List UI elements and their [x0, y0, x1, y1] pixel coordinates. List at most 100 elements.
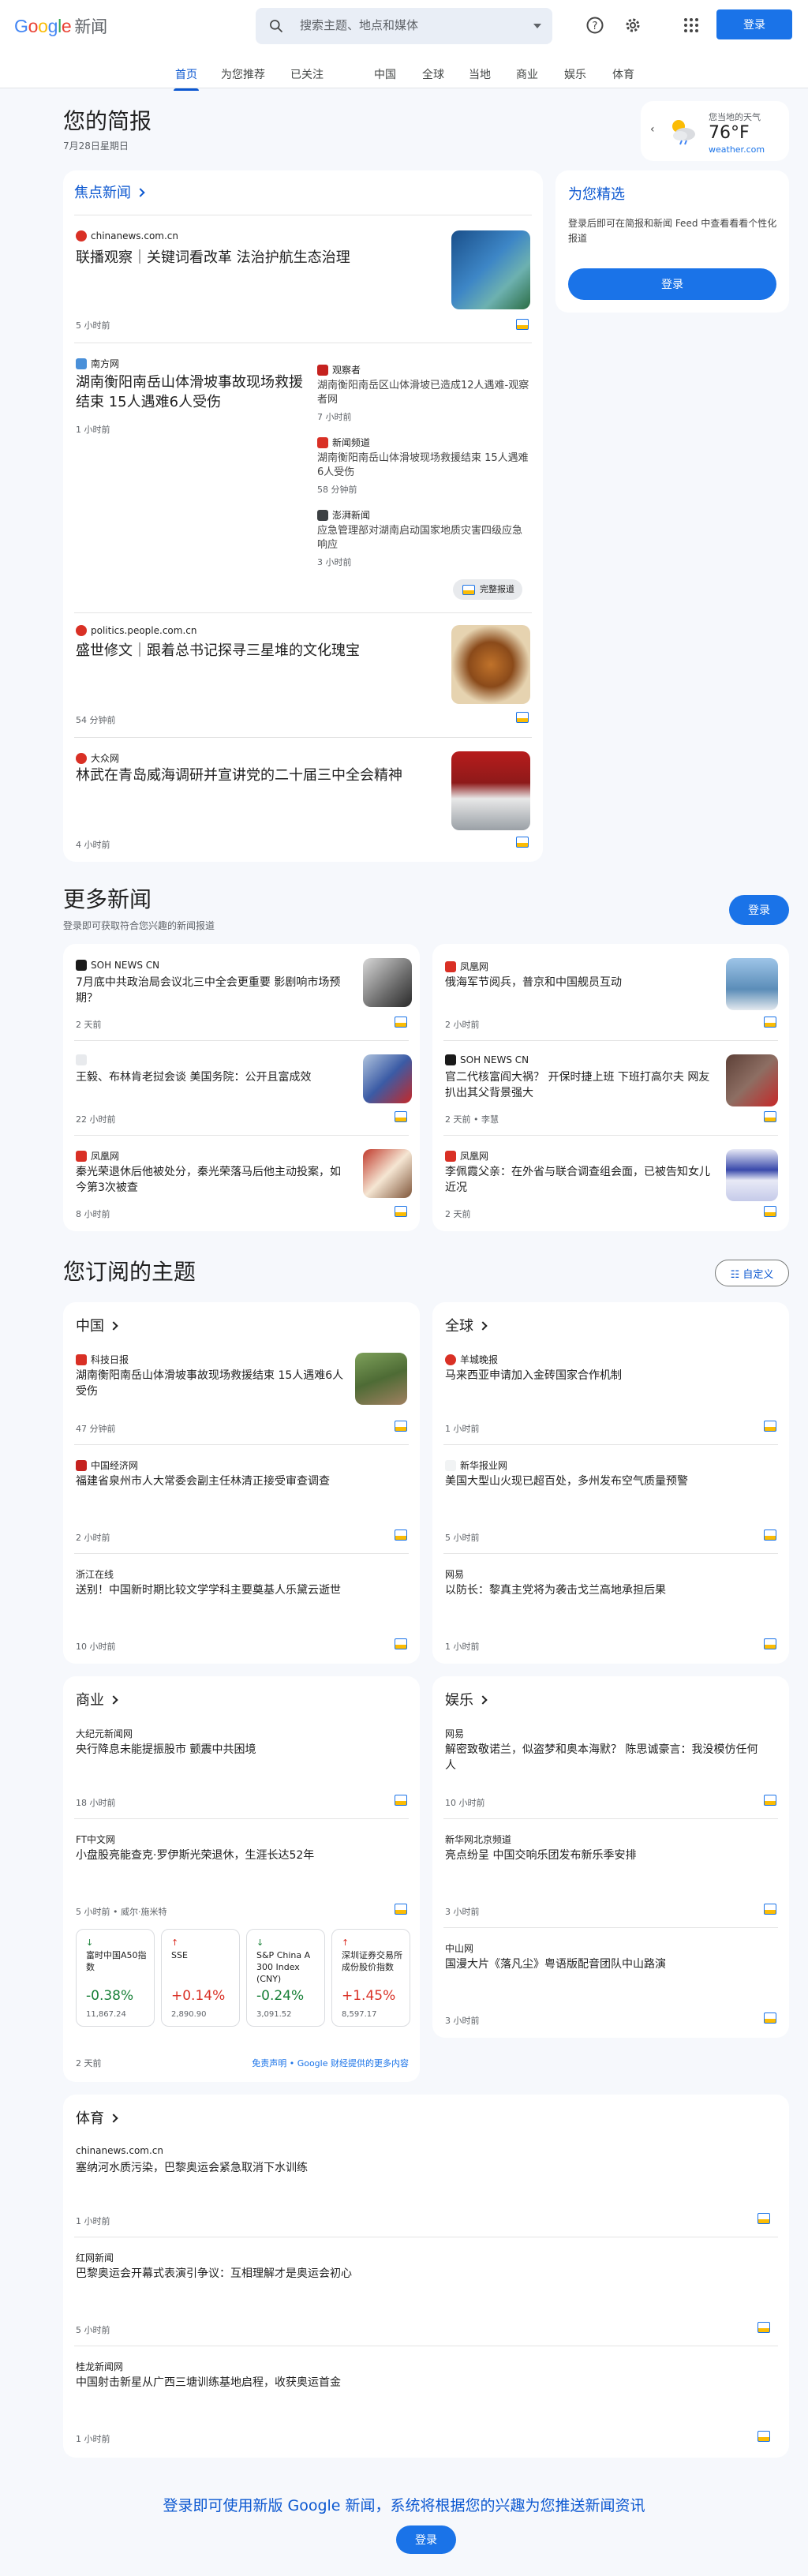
story-title[interactable]: 王毅、布林肯老挝会谈 美国务院：公开且富成效 — [76, 1070, 344, 1086]
full-coverage-icon[interactable] — [764, 2012, 776, 2024]
full-coverage-icon[interactable] — [395, 1206, 407, 1217]
weather-card[interactable]: ‹ 您当地的天气 76°F weather.com — [641, 101, 789, 161]
stock-tile[interactable]: ↓ 富时中国A50指数 -0.38% 11,867.24 — [76, 1929, 155, 2027]
full-coverage-icon[interactable] — [395, 1795, 407, 1806]
story-title[interactable]: 福建省泉州市人大常委会副主任林清正接受审查调查 — [76, 1474, 391, 1490]
story-title[interactable]: 中国射击新星从广西三塘训练基地启程，收获奥运首金 — [76, 2376, 707, 2391]
story-title[interactable]: 巴黎奥运会开幕式表演引争议：互相理解才是奥运会初心 — [76, 2267, 707, 2282]
story-title[interactable]: 联播观察｜关键词看改革 法治护航生态治理 — [76, 248, 423, 268]
full-coverage-icon[interactable] — [764, 1795, 776, 1806]
top-news-heading[interactable]: 焦点新闻 — [74, 182, 145, 202]
full-coverage-icon[interactable] — [516, 319, 529, 330]
full-coverage-icon[interactable] — [764, 1111, 776, 1122]
header-signin-button[interactable]: 登录 — [716, 9, 792, 39]
story-title[interactable]: 林武在青岛威海调研并宣讲党的二十届三中全会精神 — [76, 766, 439, 785]
full-coverage-icon[interactable] — [764, 1638, 776, 1649]
full-coverage-icon[interactable] — [516, 712, 529, 723]
full-coverage-icon[interactable] — [395, 1017, 407, 1028]
settings-gear-icon[interactable] — [623, 16, 642, 35]
full-coverage-icon[interactable] — [395, 1421, 407, 1432]
tab-business[interactable]: 商业 — [516, 66, 538, 82]
tab-local[interactable]: 当地 — [469, 66, 491, 82]
story-source: 新华网北京频道 — [445, 1834, 512, 1845]
story-title[interactable]: 亮点纷呈 中国交响乐团发布新乐季安排 — [445, 1848, 761, 1864]
topic-heading[interactable]: 体育 — [76, 2107, 118, 2128]
story-thumbnail[interactable] — [355, 1353, 407, 1405]
related-title[interactable]: 应急管理部对湖南启动国家地质灾害四级应急响应 — [317, 524, 530, 552]
full-coverage-icon[interactable] — [395, 1904, 407, 1915]
story-title[interactable]: 马来西亚申请加入金砖国家合作机制 — [445, 1368, 761, 1384]
story-title[interactable]: 小盘股亮能查克·罗伊斯光荣退休，生涯长达52年 — [76, 1848, 391, 1864]
search-input[interactable] — [300, 18, 513, 32]
tab-home[interactable]: 首页 — [174, 66, 199, 91]
story-title[interactable]: 秦光荣退休后他被处分，秦光荣落马后他主动投案，如今第3次被查 — [76, 1165, 344, 1196]
weather-prev-icon[interactable]: ‹ — [650, 123, 655, 136]
tab-following[interactable]: 已关注 — [290, 66, 324, 82]
story-title[interactable]: 以防长：黎真主党将为袭击戈兰高地承担后果 — [445, 1583, 761, 1599]
story-thumbnail[interactable] — [451, 625, 530, 704]
apps-grid-icon[interactable] — [682, 16, 701, 35]
search-box[interactable] — [256, 8, 552, 44]
story-title[interactable]: 国漫大片《落凡尘》粤语版配音团队中山路演 — [445, 1957, 761, 1973]
tab-for-you[interactable]: 为您推荐 — [221, 66, 265, 82]
full-coverage-icon[interactable] — [395, 1530, 407, 1541]
full-coverage-icon[interactable] — [758, 2322, 770, 2333]
full-coverage-icon[interactable] — [516, 837, 529, 848]
story-thumbnail[interactable] — [363, 1054, 412, 1103]
full-coverage-icon[interactable] — [758, 2213, 770, 2224]
full-coverage-icon[interactable] — [764, 1421, 776, 1432]
stock-tile[interactable]: ↑ 深圳证券交易所成份股价指数 +1.45% 8,597.17 — [331, 1929, 410, 2027]
story-thumbnail[interactable] — [451, 751, 530, 830]
story-title[interactable]: 湖南衡阳南岳山体滑坡事故现场救援结束 15人遇难6人受伤 — [76, 1368, 344, 1399]
full-coverage-button[interactable]: 完整报道 — [453, 579, 522, 600]
story-title[interactable]: 盛世修文｜跟着总书记探寻三星堆的文化瑰宝 — [76, 641, 423, 661]
story-title[interactable]: 湖南衡阳南岳山体滑坡事故现场救援结束 15人遇难6人受伤 — [76, 373, 309, 412]
stock-tile[interactable]: ↓ S&P China A 300 Index (CNY) -0.24% 3,0… — [246, 1929, 325, 2027]
help-icon[interactable]: ? — [585, 16, 604, 35]
full-coverage-icon[interactable] — [764, 1530, 776, 1541]
customize-button[interactable]: ☷ 自定义 — [715, 1260, 789, 1286]
full-coverage-icon[interactable] — [764, 1206, 776, 1217]
full-coverage-icon[interactable] — [395, 1638, 407, 1649]
story-thumbnail[interactable] — [451, 230, 530, 309]
finance-disclaimer-link[interactable]: 免责声明 • Google 财经提供的更多内容 — [252, 2057, 409, 2069]
topic-heading[interactable]: 商业 — [76, 1689, 118, 1709]
topic-heading[interactable]: 全球 — [445, 1315, 488, 1335]
story-thumbnail[interactable] — [726, 1149, 778, 1201]
story-title[interactable]: 送别！中国新时期比较文学学科主要奠基人乐黛云逝世 — [76, 1583, 344, 1599]
full-coverage-icon[interactable] — [764, 1904, 776, 1915]
weather-source-link[interactable]: weather.com — [709, 144, 765, 155]
story-thumbnail[interactable] — [726, 958, 778, 1010]
story-title[interactable]: 俄海军节阅兵，普京和中国舰员互动 — [445, 975, 713, 991]
more-news-signin-button[interactable]: 登录 — [729, 895, 789, 925]
story-title[interactable]: 央行降息未能提振股市 颤震中共困境 — [76, 1743, 391, 1758]
story-title[interactable]: 美国大型山火现已超百处，多州发布空气质量预警 — [445, 1474, 761, 1490]
story-thumbnail[interactable] — [726, 1054, 778, 1106]
story-thumbnail[interactable] — [363, 1149, 412, 1198]
story-title[interactable]: 李佩霞父亲：在外省与联合调查组会面，已被告知女儿近况 — [445, 1165, 713, 1196]
story-title[interactable]: 官二代核富阎大祸？ 开保时捷上班 下班打高尔夫 网友扒出其父背景强大 — [445, 1070, 713, 1101]
picks-signin-button[interactable]: 登录 — [568, 268, 776, 300]
full-coverage-icon[interactable] — [395, 1111, 407, 1122]
story-title[interactable]: 解密致敬诺兰，似盗梦和奥本海默？ 陈思诚豪言：我没模仿任何人 — [445, 1743, 761, 1773]
weather-temperature: 76°F — [709, 123, 750, 143]
tab-sports[interactable]: 体育 — [612, 66, 634, 82]
full-coverage-icon[interactable] — [758, 2431, 770, 2442]
tab-world[interactable]: 全球 — [422, 66, 444, 82]
tab-entertainment[interactable]: 娱乐 — [564, 66, 586, 82]
arrow-down-icon: ↓ — [256, 1938, 264, 1948]
story-title[interactable]: 7月底中共政治局会议北三中全会更重要 影剧响市场预期？ — [76, 975, 344, 1006]
story-thumbnail[interactable] — [363, 958, 412, 1007]
google-news-logo[interactable]: Google 新闻 — [14, 14, 107, 38]
stock-tile[interactable]: ↑ SSE +0.14% 2,890.90 — [161, 1929, 240, 2027]
related-title[interactable]: 湖南衡阳南岳区山体滑坡已造成12人遇难-观察者网 — [317, 379, 530, 407]
tab-china[interactable]: 中国 — [374, 66, 396, 82]
related-title[interactable]: 湖南衡阳南岳山体滑坡现场救援结束 15人遇难6人受伤 — [317, 451, 530, 480]
footer-signin-button[interactable]: 登录 — [396, 2525, 456, 2554]
stock-time: 2 天前 — [76, 2058, 102, 2069]
search-dropdown-icon[interactable] — [533, 24, 541, 28]
topic-heading[interactable]: 中国 — [76, 1315, 118, 1335]
full-coverage-icon[interactable] — [764, 1017, 776, 1028]
story-title[interactable]: 塞纳河水质污染，巴黎奥运会紧急取消下水训练 — [76, 2161, 707, 2177]
topic-heading[interactable]: 娱乐 — [445, 1689, 488, 1709]
